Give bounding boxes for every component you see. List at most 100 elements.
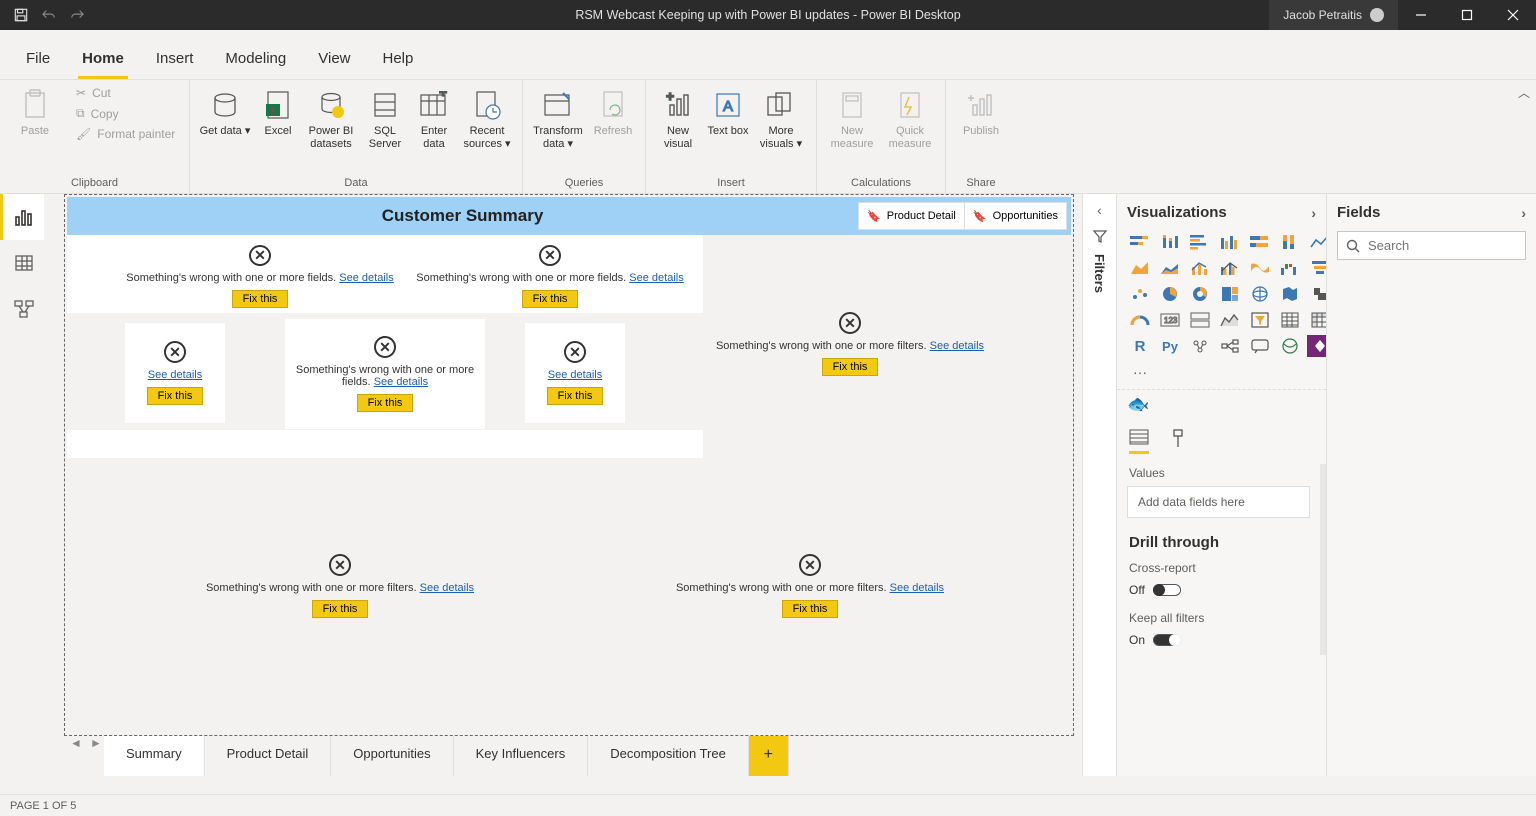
redo-icon[interactable] [70, 8, 84, 22]
waterfall-icon[interactable] [1277, 257, 1303, 279]
quick-measure-button[interactable]: Quick measure [883, 84, 937, 150]
filled-map-icon[interactable] [1277, 283, 1303, 305]
values-well[interactable]: Add data fields here [1127, 486, 1310, 518]
more-visuals-button[interactable]: More visuals ▾ [754, 84, 808, 150]
area-chart-icon[interactable] [1127, 257, 1153, 279]
data-view-button[interactable] [0, 240, 44, 286]
page-tab-key-influencers[interactable]: Key Influencers [454, 736, 589, 776]
see-details-link[interactable]: See details [890, 582, 944, 594]
fix-this-button[interactable]: Fix this [547, 387, 604, 405]
clustered-bar-icon[interactable] [1187, 231, 1213, 253]
menu-insert[interactable]: Insert [140, 40, 210, 79]
scatter-icon[interactable] [1127, 283, 1153, 305]
new-visual-button[interactable]: +New visual [654, 84, 702, 150]
visual-error-6[interactable]: ✕ Something's wrong with one or more fil… [705, 301, 995, 387]
enter-data-button[interactable]: +Enter data [412, 84, 456, 150]
visual-error-8[interactable]: ✕ Something's wrong with one or more fil… [665, 543, 955, 629]
page-tab-decomposition-tree[interactable]: Decomposition Tree [588, 736, 749, 776]
fields-search[interactable] [1337, 231, 1526, 260]
arcgis-icon[interactable] [1277, 335, 1303, 357]
close-button[interactable] [1490, 0, 1536, 30]
menu-view[interactable]: View [302, 40, 366, 79]
hundred-bar-icon[interactable] [1247, 231, 1273, 253]
keep-filters-toggle[interactable]: On [1117, 631, 1320, 655]
page-tab-product-detail[interactable]: Product Detail [205, 736, 332, 776]
see-details-link[interactable]: See details [148, 369, 202, 381]
fix-this-button[interactable]: Fix this [782, 600, 839, 618]
gauge-icon[interactable] [1127, 309, 1153, 331]
bookmark-opportunities[interactable]: 🔖Opportunities [965, 203, 1066, 229]
see-details-link[interactable]: See details [420, 582, 474, 594]
visual-error-1[interactable]: ✕ Something's wrong with one or more fie… [115, 239, 405, 313]
map-icon[interactable] [1247, 283, 1273, 305]
menu-file[interactable]: File [10, 40, 66, 79]
visual-error-3[interactable]: ✕ See details Fix this [125, 323, 225, 423]
visual-error-4[interactable]: ✕ Something's wrong with one or more fie… [285, 319, 485, 429]
save-icon[interactable] [14, 8, 28, 22]
treemap-icon[interactable] [1217, 283, 1243, 305]
fix-this-button[interactable]: Fix this [522, 290, 579, 308]
undo-icon[interactable] [42, 8, 56, 22]
see-details-link[interactable]: See details [339, 272, 393, 284]
paste-button[interactable]: Paste [8, 84, 62, 138]
line-clustered-column-icon[interactable] [1217, 257, 1243, 279]
format-tab[interactable] [1169, 429, 1187, 454]
kpi-icon[interactable] [1217, 309, 1243, 331]
custom-visual-fish-icon[interactable]: 🐟 [1117, 389, 1326, 425]
report-view-button[interactable] [0, 194, 44, 240]
visual-error-7[interactable]: ✕ Something's wrong with one or more fil… [195, 543, 485, 629]
page-prev-button[interactable]: ◄ [64, 736, 84, 776]
stacked-bar-icon[interactable] [1127, 231, 1153, 253]
model-view-button[interactable] [0, 286, 44, 332]
copy-button[interactable]: ⧉Copy [72, 104, 179, 123]
chevron-right-icon[interactable]: › [1311, 205, 1316, 221]
pbi-datasets-button[interactable]: Power BI datasets [304, 84, 358, 150]
see-details-link[interactable]: See details [374, 376, 428, 388]
pie-icon[interactable] [1157, 283, 1183, 305]
recent-sources-button[interactable]: Recent sources ▾ [460, 84, 514, 150]
excel-button[interactable]: XExcel [256, 84, 300, 138]
fix-this-button[interactable]: Fix this [232, 290, 289, 308]
search-input[interactable] [1368, 238, 1536, 253]
refresh-button[interactable]: Refresh [589, 84, 637, 138]
minimize-button[interactable] [1398, 0, 1444, 30]
menu-modeling[interactable]: Modeling [209, 40, 302, 79]
chevron-right-icon[interactable]: › [1521, 205, 1526, 221]
see-details-link[interactable]: See details [548, 369, 602, 381]
page-next-button[interactable]: ► [84, 736, 104, 776]
more-visuals-ellipsis[interactable]: ··· [1127, 361, 1153, 383]
report-canvas[interactable]: Customer Summary 🔖Product Detail 🔖Opport… [64, 194, 1074, 736]
fix-this-button[interactable]: Fix this [357, 394, 414, 412]
fix-this-button[interactable]: Fix this [147, 387, 204, 405]
text-box-button[interactable]: AText box [706, 84, 750, 138]
stacked-column-icon[interactable] [1157, 231, 1183, 253]
visual-error-5[interactable]: ✕ See details Fix this [525, 323, 625, 423]
key-influencers-icon[interactable] [1187, 335, 1213, 357]
collapse-ribbon-icon[interactable]: ︿ [1518, 84, 1530, 101]
maximize-button[interactable] [1444, 0, 1490, 30]
slicer-icon[interactable] [1247, 309, 1273, 331]
r-visual-icon[interactable]: R [1127, 335, 1153, 357]
fields-tab[interactable] [1129, 429, 1149, 454]
qa-visual-icon[interactable] [1247, 335, 1273, 357]
line-stacked-column-icon[interactable] [1187, 257, 1213, 279]
fix-this-button[interactable]: Fix this [312, 600, 369, 618]
multi-row-card-icon[interactable] [1187, 309, 1213, 331]
stacked-area-icon[interactable] [1157, 257, 1183, 279]
transform-data-button[interactable]: Transform data ▾ [531, 84, 585, 150]
fix-this-button[interactable]: Fix this [822, 358, 879, 376]
hundred-column-icon[interactable] [1277, 231, 1303, 253]
decomposition-tree-icon[interactable] [1217, 335, 1243, 357]
bookmark-product-detail[interactable]: 🔖Product Detail [859, 203, 965, 229]
menu-home[interactable]: Home [66, 40, 140, 79]
format-painter-button[interactable]: 🖌Format painter [72, 125, 179, 143]
page-tab-opportunities[interactable]: Opportunities [331, 736, 453, 776]
python-visual-icon[interactable]: Py [1157, 335, 1183, 357]
visual-error-2[interactable]: ✕ Something's wrong with one or more fie… [405, 239, 695, 313]
new-measure-button[interactable]: New measure [825, 84, 879, 150]
filters-pane-collapsed[interactable]: ‹ Filters [1082, 194, 1116, 776]
table-icon[interactable] [1277, 309, 1303, 331]
cross-report-toggle[interactable]: Off [1117, 581, 1320, 605]
cut-button[interactable]: ✂Cut [72, 84, 179, 102]
chevron-left-icon[interactable]: ‹ [1097, 202, 1102, 218]
